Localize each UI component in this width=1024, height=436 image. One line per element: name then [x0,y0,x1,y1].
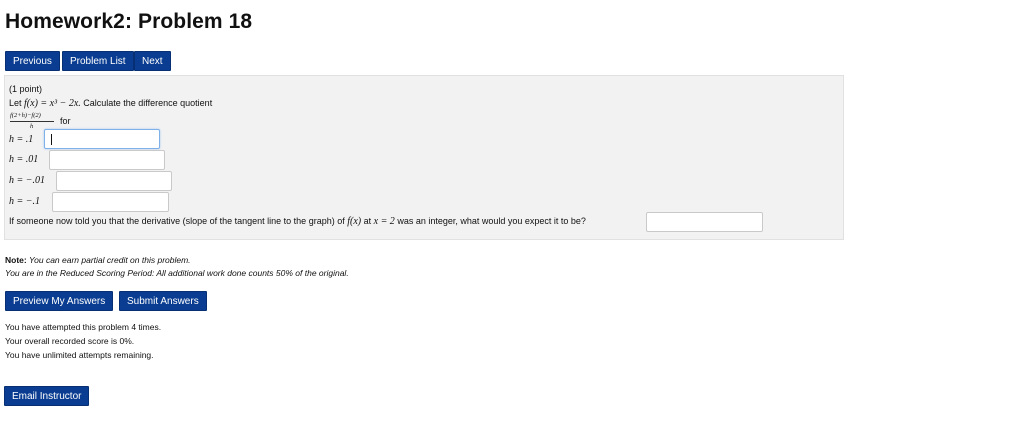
preview-answers-button[interactable]: Preview My Answers [5,291,114,311]
score-text: Your overall recorded score is 0%. [5,336,135,346]
derivative-question-c: was an integer, what would you expect it… [394,216,586,226]
next-button[interactable]: Next [134,51,171,71]
derivative-question-b: at [361,216,374,226]
text-caret [51,134,52,145]
previous-button[interactable]: Previous [5,51,60,71]
problem-points: (1 point) [9,84,43,94]
submit-answers-button[interactable]: Submit Answers [119,291,207,311]
derivative-question-a: If someone now told you that the derivat… [9,216,348,226]
statement-suffix: Calculate the difference quotient [80,98,213,108]
derivative-at: x = 2 [373,216,395,227]
h-label-2: h = .01 [9,154,39,165]
fraction-bar [10,121,54,122]
h-label-3: h = −.01 [9,175,45,186]
email-instructor-button[interactable]: Email Instructor [4,386,90,406]
function-expression: f(x) = x³ − 2x. [24,98,81,109]
answer-input-h-neg-0.01[interactable] [56,171,172,191]
problem-list-button[interactable]: Problem List [62,51,134,71]
note-text: You can earn partial credit on this prob… [26,255,191,265]
derivative-question: If someone now told you that the derivat… [9,216,586,227]
answer-input-h-0.01[interactable] [49,150,165,170]
derivative-fx: f(x) [347,216,362,227]
h-label-4: h = −.1 [9,196,40,207]
partial-credit-note: Note: You can earn partial credit on thi… [5,255,191,265]
answer-input-h-0.1[interactable] [44,129,160,149]
quotient-numerator: f(2+h)−f(2) [10,112,41,119]
note-label: Note: [5,255,27,265]
page-title: Homework2: Problem 18 [5,10,253,33]
remaining-attempts-text: You have unlimited attempts remaining. [5,350,154,360]
attempts-text: You have attempted this problem 4 times. [5,322,162,332]
derivative-answer-input[interactable] [646,212,763,232]
statement-prefix: Let [9,98,25,108]
h-label-1: h = .1 [9,134,34,145]
reduced-scoring-note: You are in the Reduced Scoring Period: A… [5,268,349,278]
answer-input-h-neg-0.1[interactable] [52,192,169,212]
quotient-denominator: h [30,123,34,130]
for-label: for [60,116,71,126]
problem-statement: Let f(x) = x³ − 2x. Calculate the differ… [9,98,212,109]
